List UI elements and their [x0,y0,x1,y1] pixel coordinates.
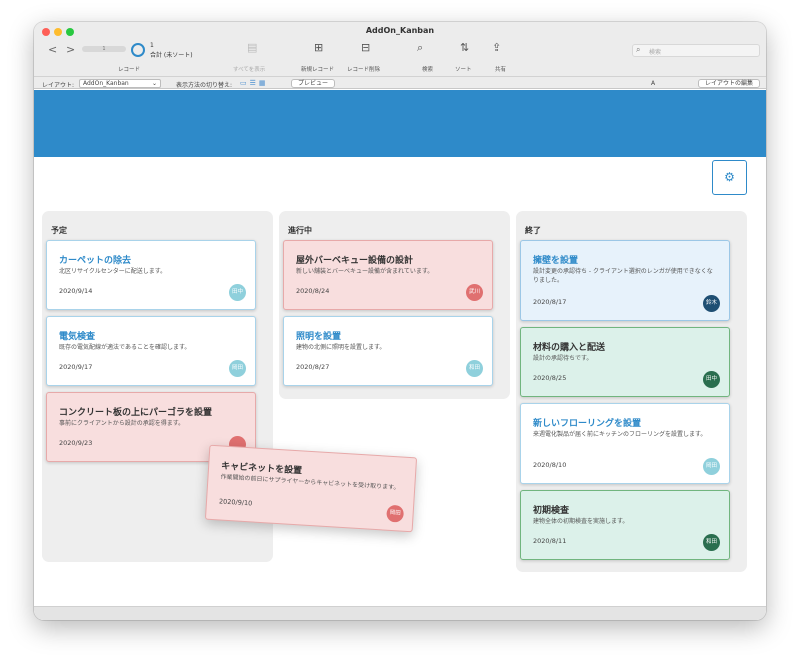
font-size-icon[interactable]: A [651,80,655,87]
card-date: 2020/8/24 [296,287,330,295]
card-description: 北区リサイクルセンターに配送します。 [59,268,167,275]
card-date: 2020/8/27 [296,363,330,371]
layout-bar: レイアウト: AddOn_Kanban ⌄ 表示方法の切り替え: ▭☰▦ プレビ… [34,76,766,89]
layout-select-value: AddOn_Kanban [83,80,129,87]
card-description: 建物の北側に照明を設置します。 [296,344,386,351]
card-title: 照明を設置 [296,332,342,342]
assignee-avatar: 岡田 [229,360,246,377]
task-card[interactable]: 屋外バーベキュー設備の設計 新しい舗装とバーベキュー設備が含まれています。 20… [283,240,493,310]
previous-record-button[interactable]: < [48,44,57,56]
delete-record-button[interactable]: レコード削除 [347,65,380,73]
card-title: 屋外バーベキュー設備の設計 [296,256,414,266]
assignee-avatar: 岡田 [386,504,405,523]
card-date: 2020/9/14 [59,287,93,295]
header-banner [34,90,766,157]
card-date: 2020/8/10 [533,461,567,469]
card-description: 新しい舗装とバーベキュー設備が含まれています。 [296,268,434,275]
view-switch-label: 表示方法の切り替え: [176,82,233,89]
assignee-avatar: 和田 [466,360,483,377]
assignee-avatar: 武川 [466,284,483,301]
card-title: コンクリート板の上にパーゴラを設置 [59,408,213,418]
card-date: 2020/9/10 [218,497,253,508]
card-description: 来週電化製品が届く前にキッチンのフローリングを設置します。 [533,431,707,438]
view-switch-icons[interactable]: ▭☰▦ [240,79,269,87]
task-card[interactable]: 電気検査 既存の電気配線が適法であることを確認します。 2020/9/17 岡田 [46,316,256,386]
assignee-avatar: 和田 [703,534,720,551]
card-description: 事前にクライアントから設計の承認を得ます。 [59,420,185,427]
column-in-progress: 進行中 屋外バーベキュー設備の設計 新しい舗装とバーベキュー設備が含まれています… [279,211,510,399]
task-card[interactable]: 材料の購入と配送 設計の承認待ちです。 2020/8/25 田中 [520,327,730,397]
card-date: 2020/8/17 [533,298,567,306]
new-record-button[interactable]: 新規レコード [301,65,334,73]
assignee-avatar: 岡田 [703,458,720,475]
card-description: 建物全体の初期検査を実施します。 [533,518,629,525]
kanban-content: ⚙ 予定 カーペットの除去 北区リサイクルセンターに配送します。 2020/9/… [34,90,766,620]
layout-label: レイアウト: [42,82,75,89]
app-window: AddOn_Kanban < > 1 1 合計 (未ソート) レコード ▤ すべ… [34,22,766,620]
card-date: 2020/8/11 [533,537,567,545]
records-label: レコード [118,67,141,73]
task-card[interactable]: 照明を設置 建物の北側に照明を設置します。 2020/8/27 和田 [283,316,493,386]
search-icon: ⌕ [636,45,641,54]
dragging-task-card[interactable]: キャビネットを設置 作業開始の前日にサプライヤーからキャビネットを受け取ります。… [204,444,418,533]
record-total: 合計 (未ソート) [150,52,193,59]
card-title: 電気検査 [59,332,96,342]
share-button[interactable]: 共有 [495,65,506,73]
sort-icon: ⇅ [460,41,470,54]
column-title: 終了 [525,226,541,235]
card-description: 作業開始の前日にサプライヤーからキャビネットを受け取ります。 [220,473,400,492]
window-title: AddOn_Kanban [365,26,435,35]
column-title: 進行中 [288,226,312,235]
delete-record-icon: ⊟ [361,41,371,54]
share-icon: ⇪ [492,41,502,54]
card-date: 2020/9/17 [59,363,93,371]
find-button[interactable]: 検索 [422,65,433,73]
task-card[interactable]: 新しいフローリングを設置 来週電化製品が届く前にキッチンのフローリングを設置しま… [520,403,730,484]
new-record-icon: ⊞ [314,41,324,54]
record-slider[interactable]: 1 [82,46,126,52]
card-title: 新しいフローリングを設置 [533,419,642,429]
card-date: 2020/9/23 [59,439,93,447]
gear-icon: ⚙ [724,170,735,184]
card-description: 既存の電気配線が適法であることを確認します。 [59,344,191,351]
horizontal-scrollbar[interactable] [34,606,766,620]
assignee-avatar: 田中 [229,284,246,301]
task-card[interactable]: 擁壁を設置 設計変更の承認待ち - クライアント選択のレンガが使用できなくなりま… [520,240,730,321]
task-card[interactable]: 初期検査 建物全体の初期検査を実施します。 2020/8/11 和田 [520,490,730,560]
search-placeholder: 検索 [649,49,662,56]
find-icon: ⌕ [417,41,424,54]
edit-layout-button[interactable]: レイアウトの編集 [698,79,760,88]
card-title: 材料の購入と配送 [533,343,606,353]
preview-button[interactable]: プレビュー [291,79,335,88]
card-title: カーペットの除去 [59,256,132,266]
card-title: 擁壁を設置 [533,256,579,266]
layout-select[interactable]: AddOn_Kanban ⌄ [79,79,161,88]
card-description: 設計変更の承認待ち - クライアント選択のレンガが使用できなくなりました。 [533,268,713,284]
sort-button[interactable]: ソート [455,65,472,73]
record-progress-icon [131,43,145,57]
assignee-avatar: 鈴木 [703,295,720,312]
task-card[interactable]: カーペットの除去 北区リサイクルセンターに配送します。 2020/9/14 田中 [46,240,256,310]
next-record-button[interactable]: > [66,44,75,56]
chevron-down-icon: ⌄ [151,80,157,87]
column-done: 終了 擁壁を設置 設計変更の承認待ち - クライアント選択のレンガが使用できなく… [516,211,747,572]
show-all-button[interactable]: すべてを表示 [233,65,265,73]
card-date: 2020/8/25 [533,374,567,382]
card-description: 設計の承認待ちです。 [533,355,593,362]
column-title: 予定 [51,226,67,235]
show-all-icon: ▤ [247,41,258,54]
assignee-avatar: 田中 [703,371,720,388]
card-title: 初期検査 [533,506,570,516]
settings-button[interactable]: ⚙ [712,160,747,195]
record-number: 1 [150,42,154,49]
search-field[interactable]: ⌕ 検索 [632,44,760,57]
